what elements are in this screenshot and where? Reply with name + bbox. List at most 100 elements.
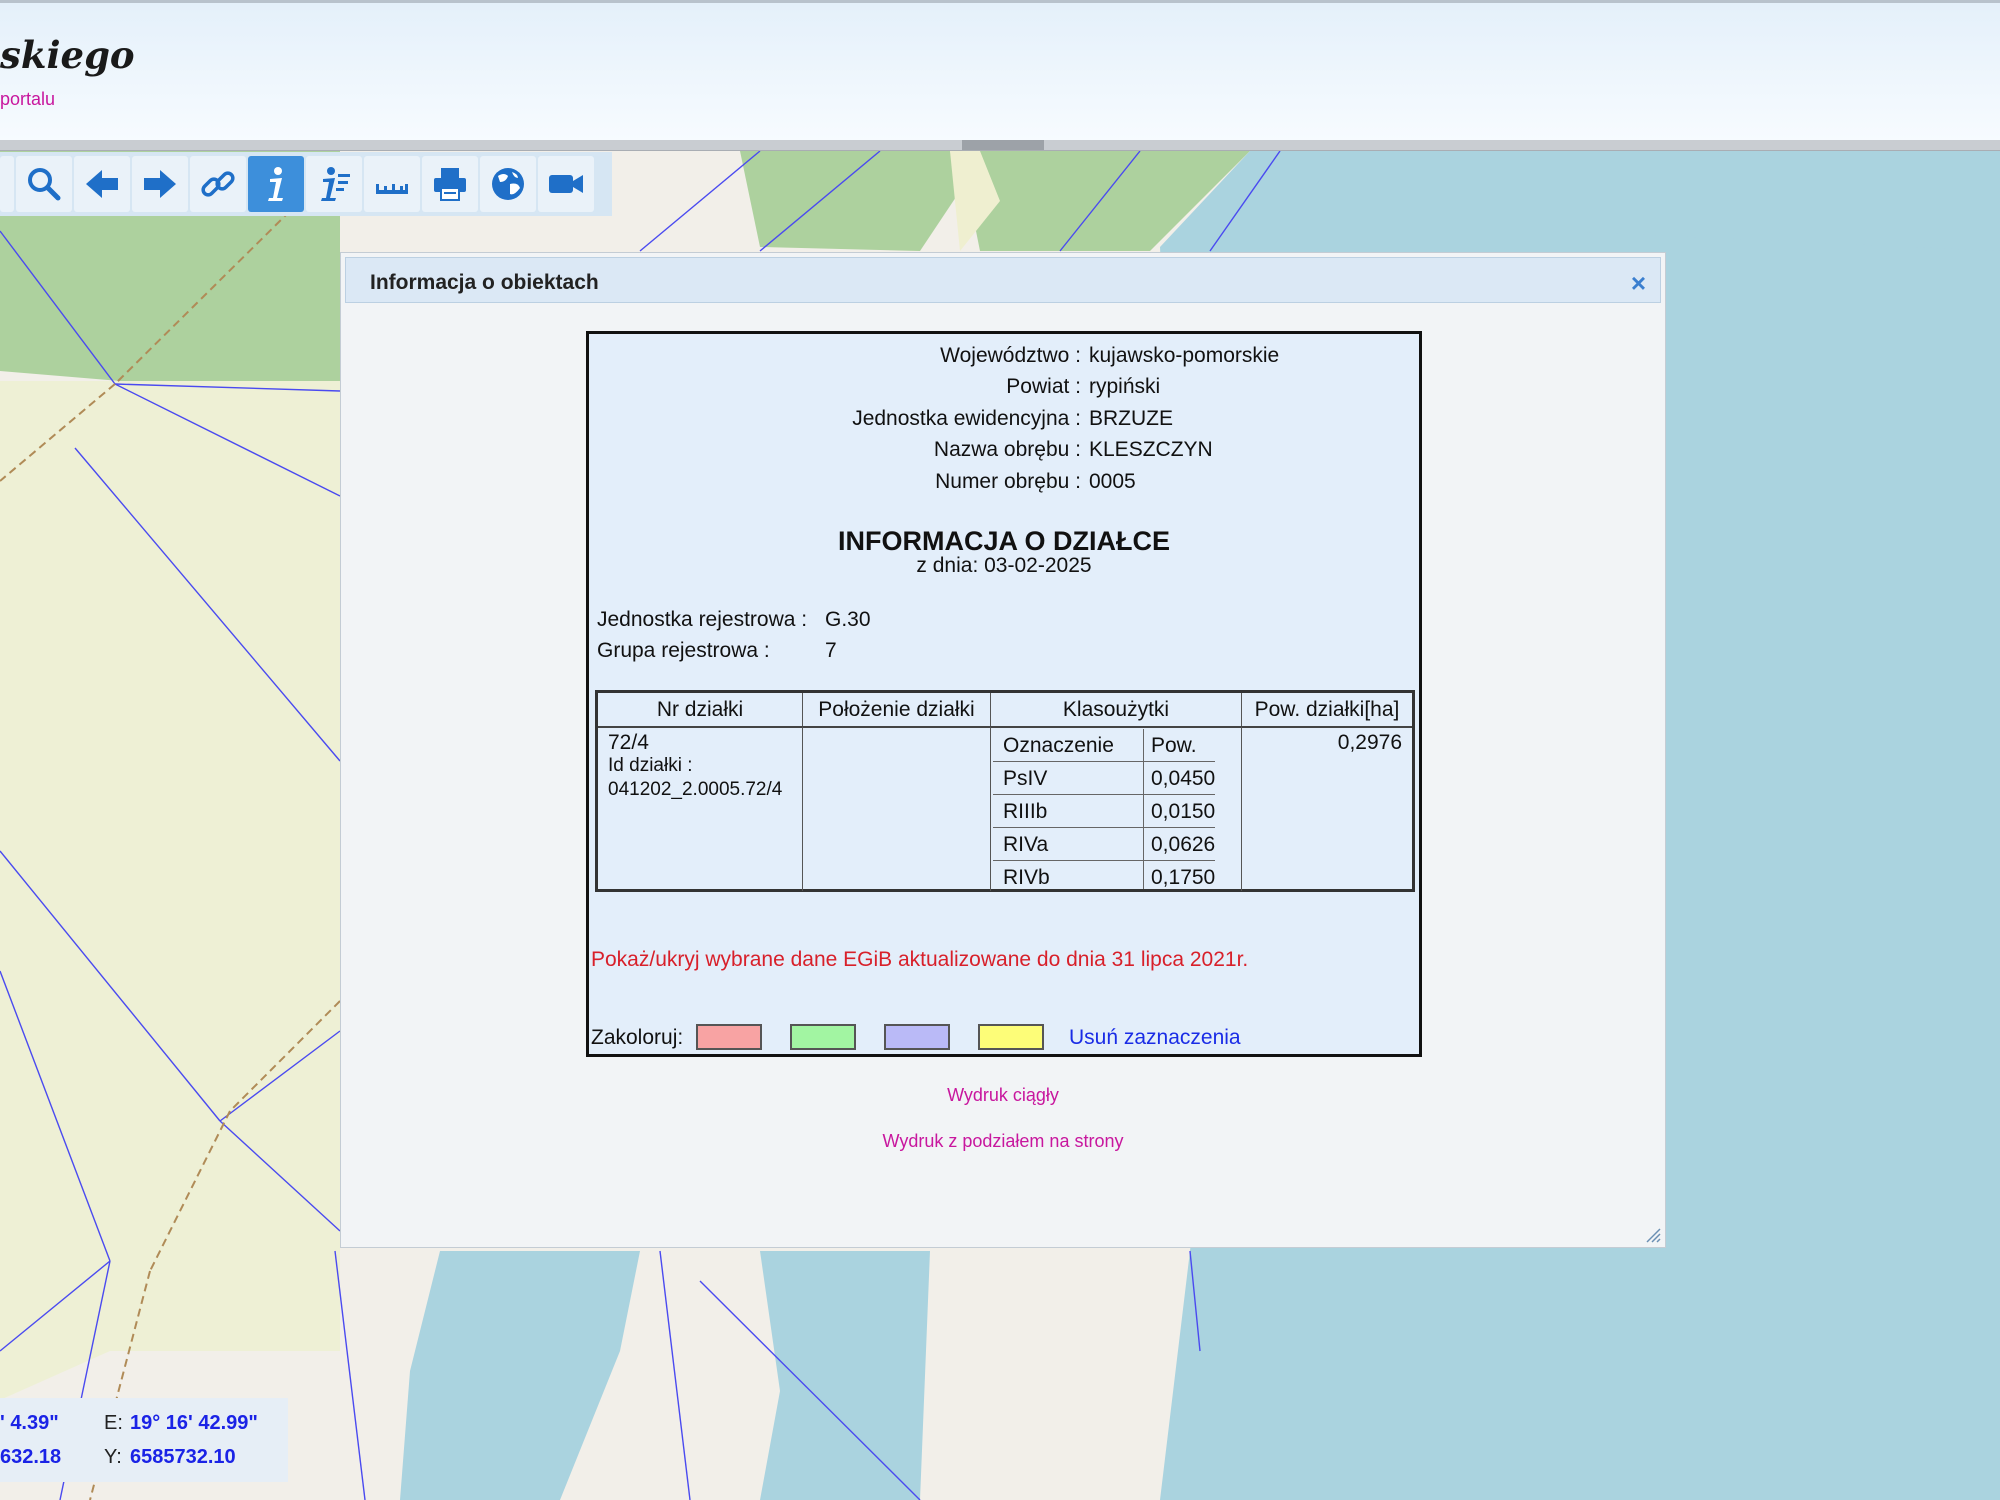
meta-row-precinct-number: Numer obrębu : 0005 <box>589 470 1419 500</box>
forward-arrow-icon <box>144 170 176 198</box>
easting-label: E: <box>104 1412 123 1434</box>
object-info-dialog: Informacja o obiektach × Województwo : k… <box>340 252 1666 1248</box>
class-divider <box>1143 861 1144 889</box>
hidden-tool-edge[interactable] <box>0 156 14 212</box>
colorize-label: Zakoloruj: <box>591 1026 684 1049</box>
dialog-title: Informacja o obiektach <box>370 271 599 294</box>
meta-row-county: Powiat : rypiński <box>589 375 1419 405</box>
class-divider <box>1143 762 1144 795</box>
video-camera-icon <box>549 175 583 193</box>
class-row: RIVb 0,1750 <box>993 861 1215 889</box>
splitter-handle[interactable] <box>962 140 1044 150</box>
resize-grip-icon[interactable] <box>1643 1225 1661 1243</box>
dialog-titlebar[interactable]: Informacja o obiektach × <box>345 257 1661 303</box>
table-column-divider <box>802 727 803 891</box>
class-area: 0,0626 <box>1151 833 1216 856</box>
table-column-divider <box>990 727 991 891</box>
map-toolbar <box>0 152 612 216</box>
color-swatch-yellow[interactable] <box>978 1024 1044 1050</box>
header-land-classes: Klasoużytki <box>991 693 1242 727</box>
ruler-icon <box>376 184 408 194</box>
class-area: 0,0150 <box>1151 800 1216 823</box>
zoom-icon <box>28 168 61 201</box>
app-header: skiego portalu <box>0 0 2000 140</box>
class-area: 0,0450 <box>1151 767 1216 790</box>
coordinate-readout: ' 4.39" E: 19° 16' 42.99" 632.18 Y: 6585… <box>0 1398 288 1482</box>
class-divider <box>1143 795 1144 828</box>
link-tool-button[interactable] <box>190 156 246 212</box>
table-column-divider <box>1241 727 1242 891</box>
y-value: 6585732.10 <box>130 1446 236 1468</box>
meta-label: Województwo : <box>940 344 1081 367</box>
meta-row-unit: Jednostka ewidencyjna : BRZUZE <box>589 407 1419 437</box>
table-header-divider <box>598 726 1412 728</box>
print-paged-link[interactable]: Wydruk z podziałem na strony <box>341 1131 1665 1152</box>
class-header-row: Oznaczenie Pow. <box>993 729 1215 762</box>
info-tool-button[interactable] <box>248 156 304 212</box>
forward-tool-button[interactable] <box>132 156 188 212</box>
meta-value: KLESZCZYN <box>1089 438 1213 461</box>
meta-value: kujawsko-pomorskie <box>1089 344 1280 367</box>
class-row: RIVa 0,0626 <box>993 828 1215 861</box>
plot-id-label: Id działki : <box>608 755 693 776</box>
header-plot-location: Położenie działki <box>803 693 991 727</box>
class-divider <box>1143 828 1144 861</box>
registry-group-label: Grupa rejestrowa : <box>597 639 770 662</box>
print-icon <box>434 168 466 201</box>
globe-icon <box>492 168 524 200</box>
info-heading: INFORMACJA O DZIAŁCE <box>838 526 1170 556</box>
meta-value: 0005 <box>1089 470 1136 493</box>
x-value: 632.18 <box>0 1446 62 1468</box>
meta-label: Numer obrębu : <box>935 470 1081 493</box>
info-list-tool-button[interactable] <box>306 156 362 212</box>
meta-label: Powiat : <box>1006 375 1081 398</box>
class-code: RIVa <box>1003 833 1049 856</box>
zoom-tool-button[interactable] <box>16 156 72 212</box>
class-code: PsIV <box>1003 767 1048 790</box>
print-tool-button[interactable] <box>422 156 478 212</box>
y-label: Y: <box>104 1446 122 1468</box>
class-code: RIIIb <box>1003 800 1048 823</box>
meta-row-precinct-name: Nazwa obrębu : KLESZCZYN <box>589 438 1419 468</box>
class-divider <box>1143 729 1144 762</box>
class-area: 0,1750 <box>1151 866 1216 889</box>
color-swatch-red[interactable] <box>696 1024 762 1050</box>
header-plot-area: Pow. działki[ha] <box>1254 698 1400 721</box>
meta-row-voivodeship: Województwo : kujawsko-pomorskie <box>589 344 1419 374</box>
registry-group-value: 7 <box>825 639 837 662</box>
video-tool-button[interactable] <box>538 156 594 212</box>
app-title: skiego <box>0 33 135 77</box>
header-plot-number: Nr działki <box>598 693 803 727</box>
measure-tool-button[interactable] <box>364 156 420 212</box>
easting-value: 19° 16' 42.99" <box>130 1412 258 1434</box>
class-code: RIVb <box>1003 866 1050 889</box>
registry-unit-value: G.30 <box>825 608 871 631</box>
globe-tool-button[interactable] <box>480 156 536 212</box>
toggle-egib-data-link[interactable]: Pokaż/ukryj wybrane dane EGiB aktualizow… <box>591 948 1248 972</box>
color-swatch-blue[interactable] <box>884 1024 950 1050</box>
color-swatch-green[interactable] <box>790 1024 856 1050</box>
link-icon <box>201 171 235 197</box>
class-row: RIIIb 0,0150 <box>993 795 1215 828</box>
class-header-area: Pow. <box>1151 734 1197 757</box>
registry-unit-label: Jednostka rejestrowa : <box>597 608 808 631</box>
meta-value: rypiński <box>1089 375 1161 398</box>
class-header-code: Oznaczenie <box>1003 734 1114 757</box>
parcel-info-card: Województwo : kujawsko-pomorskie Powiat … <box>586 331 1422 1057</box>
app-subtitle-link[interactable]: portalu <box>0 89 55 110</box>
parcel-table: Nr działki Położenie działki Klasoużytki… <box>595 690 1415 892</box>
close-icon[interactable]: × <box>1631 268 1646 299</box>
back-tool-button[interactable] <box>74 156 130 212</box>
meta-label: Nazwa obrębu : <box>933 438 1081 461</box>
info-date: z dnia: 03-02-2025 <box>916 554 1092 577</box>
info-list-icon <box>321 167 350 201</box>
plot-id: 041202_2.0005.72/4 <box>608 779 783 800</box>
print-continuous-link[interactable]: Wydruk ciągły <box>341 1085 1665 1106</box>
plot-number: 72/4 <box>608 731 649 754</box>
total-area: 0,2976 <box>1337 731 1402 754</box>
meta-label: Jednostka ewidencyjna : <box>852 407 1081 430</box>
latitude-value: ' 4.39" <box>0 1412 59 1434</box>
back-arrow-icon <box>86 170 118 198</box>
clear-selection-link[interactable]: Usuń zaznaczenia <box>1069 1026 1241 1050</box>
class-row: PsIV 0,0450 <box>993 762 1215 795</box>
